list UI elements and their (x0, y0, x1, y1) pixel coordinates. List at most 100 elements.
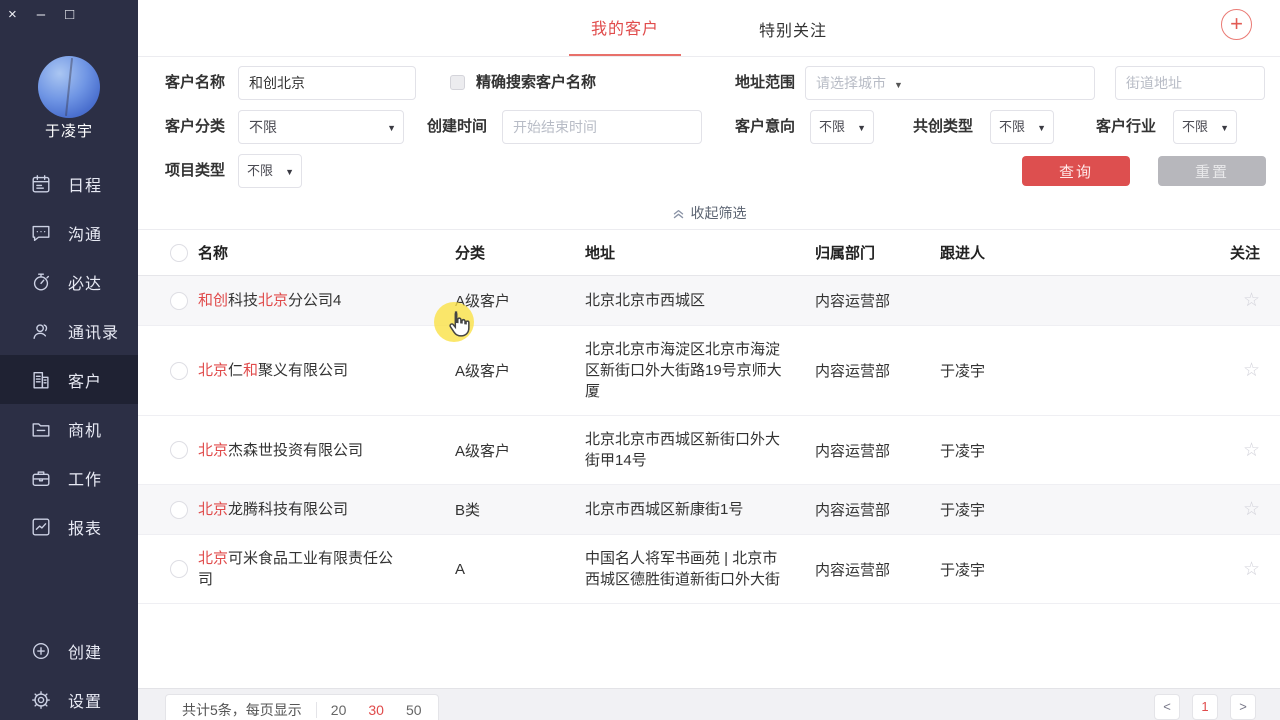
customer-intent-select[interactable]: 不限▼ (810, 110, 874, 144)
sidebar-item-bida[interactable]: 必达 (0, 257, 138, 306)
exact-search-checkbox[interactable] (450, 75, 465, 90)
customer-category-select[interactable]: 不限▼ (238, 110, 404, 144)
col-header-department: 归属部门 (815, 242, 940, 263)
row-checkbox[interactable] (170, 560, 188, 578)
plus-icon: + (1230, 11, 1243, 36)
window-close-button[interactable]: × (8, 6, 17, 24)
sidebar-item-label: 客户 (68, 368, 102, 392)
page-size-50[interactable]: 50 (406, 702, 422, 718)
customer-address: 北京市西城区新康街1号 (585, 499, 785, 520)
plus-circle-icon (30, 640, 52, 662)
customer-name-link[interactable]: 和创科技北京分公司4 (198, 290, 403, 311)
customer-name-link[interactable]: 北京可米食品工业有限责任公司 (198, 548, 403, 590)
highlighted-keyword: 北京 (198, 442, 228, 459)
page-size-30[interactable]: 30 (368, 702, 384, 718)
name-text: 分公司4 (288, 292, 341, 309)
tab-my-customers[interactable]: 我的客户 (569, 15, 681, 56)
follow-cell: ☆ (1200, 558, 1280, 581)
gear-icon (30, 689, 52, 711)
row-checkbox[interactable] (170, 441, 188, 459)
sidebar-bottom-menu: 创建设置 (0, 626, 138, 720)
customer-address: 北京北京市海淀区北京市海淀区新街口外大街路19号京师大厦 (585, 339, 785, 402)
create-time-input[interactable] (502, 110, 702, 144)
row-checkbox[interactable] (170, 501, 188, 519)
page-size-20[interactable]: 20 (331, 702, 347, 718)
col-header-address: 地址 (585, 242, 815, 263)
highlighted-keyword: 和创 (198, 292, 228, 309)
highlighted-keyword: 北京 (198, 550, 228, 567)
table-row: 和创科技北京分公司4A级客户北京北京市西城区内容运营部☆ (138, 276, 1280, 326)
add-customer-button[interactable]: + (1221, 9, 1252, 40)
customer-follower: 于凌宇 (940, 499, 1200, 520)
highlighted-keyword: 北京 (198, 501, 228, 518)
sidebar-item-schedule[interactable]: 日程 (0, 159, 138, 208)
sidebar-item-reports[interactable]: 报表 (0, 502, 138, 551)
pagination-next-button[interactable]: > (1230, 694, 1256, 720)
sidebar-item-settings[interactable]: 设置 (0, 675, 138, 720)
chat-icon (30, 222, 52, 244)
follow-cell: ☆ (1200, 289, 1280, 312)
collapse-filters-button[interactable]: 收起筛选 (138, 197, 1280, 230)
star-icon[interactable]: ☆ (1243, 499, 1260, 520)
caret-down-icon: ▼ (1220, 112, 1229, 144)
cocreate-type-select[interactable]: 不限▼ (990, 110, 1054, 144)
chevrons-up-icon (672, 207, 685, 220)
table-row: 北京可米食品工业有限责任公司 A中国名人将军书画苑 | 北京市西城区德胜街道新街口… (138, 535, 1280, 604)
select-all-checkbox[interactable] (170, 244, 188, 262)
sidebar-item-customers[interactable]: 客户 (0, 355, 138, 404)
row-checkbox[interactable] (170, 292, 188, 310)
briefcase-icon (30, 467, 52, 489)
customer-category: A级客户 (455, 290, 585, 311)
filter-panel: 客户名称 精确搜索客户名称 地址范围 请选择城市▼ 客户分类 不限▼ 创建时间 … (138, 57, 1280, 197)
avatar[interactable] (38, 56, 100, 118)
customer-department: 内容运营部 (815, 499, 940, 520)
star-icon[interactable]: ☆ (1243, 360, 1260, 381)
caret-down-icon: ▼ (894, 80, 903, 90)
sidebar-item-communication[interactable]: 沟通 (0, 208, 138, 257)
pagination-current-page[interactable]: 1 (1192, 694, 1218, 720)
window-minimize-button[interactable]: – (37, 6, 45, 24)
calendar-icon (30, 173, 52, 195)
sidebar-item-work[interactable]: 工作 (0, 453, 138, 502)
street-address-input[interactable] (1115, 66, 1265, 100)
tab-bar: 我的客户 特别关注 + (138, 0, 1280, 57)
tab-special-follow[interactable]: 特别关注 (737, 17, 849, 56)
table-row: 北京龙腾科技有限公司B类北京市西城区新康街1号内容运营部于凌宇☆ (138, 485, 1280, 535)
sidebar-item-create[interactable]: 创建 (0, 626, 138, 675)
customer-category: A (455, 561, 585, 578)
window-maximize-button[interactable]: □ (65, 6, 74, 24)
reset-button[interactable]: 重置 (1158, 156, 1266, 186)
chart-icon (30, 516, 52, 538)
table-row: 北京杰森世投资有限公司A级客户北京北京市西城区新街口外大街甲14号内容运营部于凌… (138, 416, 1280, 485)
customer-department: 内容运营部 (815, 559, 940, 580)
follow-cell: ☆ (1200, 359, 1280, 382)
row-checkbox[interactable] (170, 362, 188, 380)
window-controls: × – □ (8, 6, 74, 24)
customer-industry-select[interactable]: 不限▼ (1173, 110, 1237, 144)
customer-name-link[interactable]: 北京仁和聚义有限公司 (198, 360, 403, 381)
star-icon[interactable]: ☆ (1243, 559, 1260, 580)
star-icon[interactable]: ☆ (1243, 290, 1260, 311)
pagination: < 1 > (1154, 694, 1256, 720)
customer-intent-label: 客户意向 (735, 110, 795, 144)
sidebar-menu: 日程沟通必达通讯录客户商机工作报表 (0, 159, 138, 551)
project-type-select[interactable]: 不限▼ (238, 154, 302, 188)
customer-address: 中国名人将军书画苑 | 北京市西城区德胜街道新街口外大街 (585, 548, 785, 590)
create-time-label: 创建时间 (427, 110, 487, 144)
sidebar-item-label: 工作 (68, 466, 102, 490)
customer-name-link[interactable]: 北京龙腾科技有限公司 (198, 499, 403, 520)
sidebar-item-label: 报表 (68, 515, 102, 539)
sidebar-item-opportunities[interactable]: 商机 (0, 404, 138, 453)
building-icon (30, 369, 52, 391)
cocreate-type-label: 共创类型 (913, 110, 973, 144)
customer-name-link[interactable]: 北京杰森世投资有限公司 (198, 440, 403, 461)
search-button[interactable]: 查询 (1022, 156, 1130, 186)
star-icon[interactable]: ☆ (1243, 440, 1260, 461)
name-text: 可米食品工业有限责任公司 (198, 550, 393, 588)
user-name: 于凌宇 (0, 120, 138, 141)
caret-down-icon: ▼ (857, 112, 866, 144)
customer-name-input[interactable] (238, 66, 416, 100)
pagination-prev-button[interactable]: < (1154, 694, 1180, 720)
city-select[interactable]: 请选择城市▼ (805, 66, 1095, 100)
sidebar-item-contacts[interactable]: 通讯录 (0, 306, 138, 355)
